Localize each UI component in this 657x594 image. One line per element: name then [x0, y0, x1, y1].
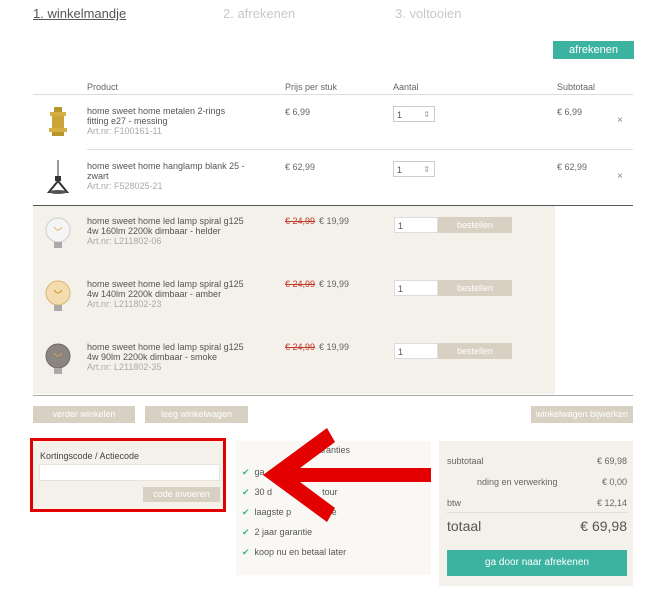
total-row: totaal € 69,98 [447, 518, 627, 534]
remove-item-icon[interactable]: × [617, 115, 623, 126]
header-subtotal: Subtotaal [557, 82, 596, 92]
suggestion-qty-input[interactable]: 1 [394, 343, 438, 359]
order-button[interactable]: bestellen [438, 280, 512, 296]
subtotal-row: subtotaal € 69,98 [447, 456, 627, 466]
guarantee-item: ✔ koop nu en betaal later [242, 547, 347, 557]
step-checkout[interactable]: 2. afrekenen [223, 6, 295, 21]
checkmark-icon: ✔ [242, 527, 250, 537]
step-complete: 3. voltooien [395, 6, 462, 21]
empty-cart-button[interactable]: leeg winkelwagen [145, 406, 248, 423]
cart-item-name[interactable]: home sweet home hanglamp blank 25 - zwar… [87, 161, 247, 191]
proceed-to-checkout-button[interactable]: ga door naar afrekenen [447, 550, 627, 576]
suggestion-name[interactable]: home sweet home led lamp spiral g125 4w … [87, 342, 247, 372]
checkout-button[interactable]: afrekenen [553, 41, 634, 59]
suggestion-price: € 24,99 € 19,99 [285, 342, 350, 352]
checkmark-icon: ✔ [242, 487, 250, 497]
remove-item-icon[interactable]: × [617, 171, 623, 182]
clear-bulb-thumbnail-icon [45, 217, 71, 248]
suggestion-name[interactable]: home sweet home led lamp spiral g125 4w … [87, 279, 247, 309]
suggestions-divider [33, 395, 633, 396]
suggestion-qty-input[interactable]: 1 [394, 217, 438, 233]
header-qty: Aantal [393, 82, 419, 92]
header-price: Prijs per stuk [285, 82, 338, 92]
select-arrow-icon: ⇕ [423, 110, 430, 119]
checkmark-icon: ✔ [242, 547, 250, 557]
suggestion-price: € 24,99 € 19,99 [285, 216, 350, 226]
row-divider [87, 149, 633, 150]
cart-item-subtotal: € 62,99 [557, 162, 588, 172]
checkmark-icon: ✔ [242, 467, 250, 477]
order-button[interactable]: bestellen [438, 217, 512, 233]
cart-item-qty-select[interactable]: 1 ⇕ [393, 106, 435, 122]
step-cart[interactable]: 1. winkelmandje [33, 6, 126, 21]
header-divider [33, 94, 633, 95]
continue-shopping-button[interactable]: verder winkelen [33, 406, 135, 423]
suggestion-qty-input[interactable]: 1 [394, 280, 438, 296]
fitting-thumbnail-icon [49, 107, 67, 136]
order-button[interactable]: bestellen [438, 343, 512, 359]
cart-item-price: € 62,99 [285, 162, 316, 172]
header-product: Product [87, 82, 119, 92]
cart-item-name[interactable]: home sweet home metalen 2-rings fitting … [87, 106, 247, 136]
update-cart-button[interactable]: winkelwagen bijwerken [531, 406, 633, 423]
pendant-lamp-thumbnail-icon [46, 160, 70, 194]
shipping-row: nding en verwerking € 0,00 [477, 477, 627, 487]
cart-item-price: € 6,99 [285, 107, 311, 117]
red-arrow-icon [263, 428, 431, 522]
cart-item-subtotal: € 6,99 [557, 107, 583, 117]
suggestion-price: € 24,99 € 19,99 [285, 279, 350, 289]
suggestion-name[interactable]: home sweet home led lamp spiral g125 4w … [87, 216, 247, 246]
select-arrow-icon: ⇕ [423, 165, 430, 174]
checkmark-icon: ✔ [242, 507, 250, 517]
smoke-bulb-thumbnail-icon [45, 343, 71, 374]
coupon-highlight-box [30, 438, 226, 512]
tax-row: btw € 12,14 [447, 498, 627, 508]
cart-item-qty-select[interactable]: 1 ⇕ [393, 161, 435, 177]
amber-bulb-thumbnail-icon [45, 280, 71, 311]
totals-divider [447, 512, 627, 513]
